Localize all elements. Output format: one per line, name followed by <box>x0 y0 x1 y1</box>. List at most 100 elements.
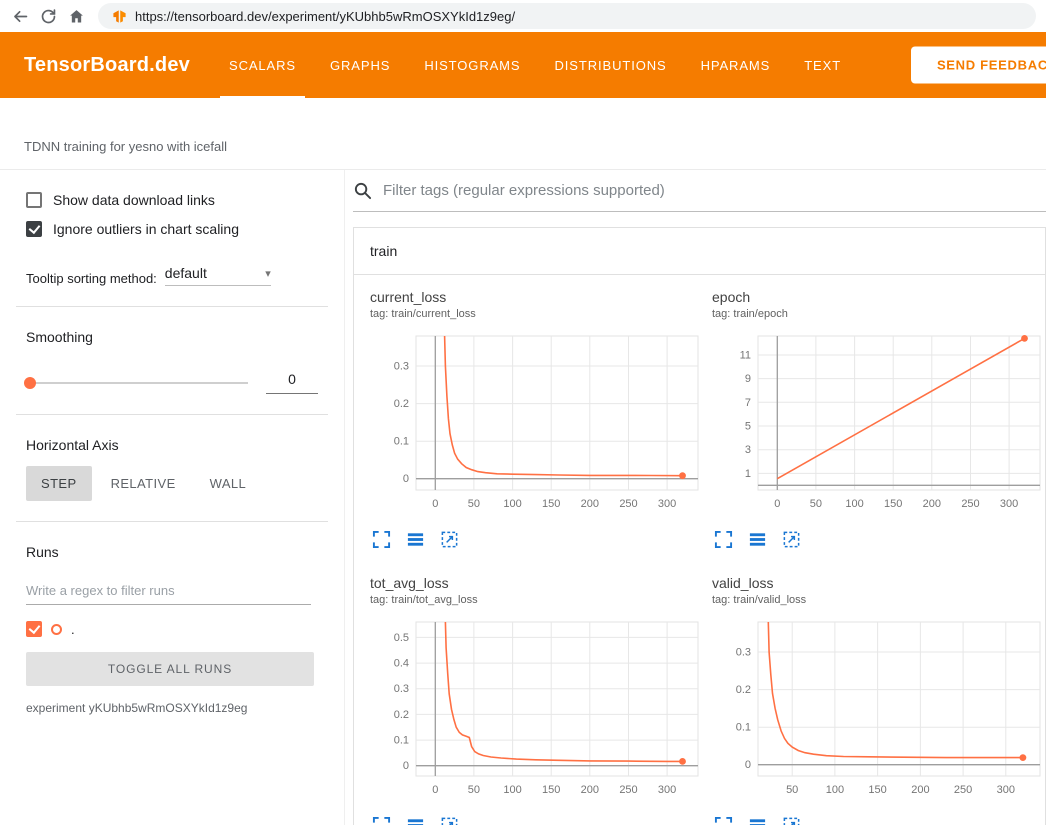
back-icon[interactable] <box>6 3 34 29</box>
toggle-label: Ignore outliers in chart scaling <box>53 221 239 237</box>
browser-chrome: https://tensorboard.dev/experiment/yKUbh… <box>0 0 1046 32</box>
axis-step-button[interactable]: STEP <box>26 466 92 501</box>
svg-text:300: 300 <box>1000 498 1018 510</box>
svg-text:200: 200 <box>923 498 941 510</box>
expand-chart-icon[interactable] <box>372 530 391 549</box>
smoothing-slider[interactable] <box>26 382 248 384</box>
svg-text:0: 0 <box>403 760 409 772</box>
svg-text:0.1: 0.1 <box>736 722 751 734</box>
tooltip-sorting-row: Tooltip sorting method: default ▾ <box>26 265 328 286</box>
data-table-icon[interactable] <box>406 530 425 549</box>
svg-text:0.2: 0.2 <box>394 709 409 721</box>
send-feedback-button[interactable]: SEND FEEDBACK <box>911 47 1046 84</box>
chart-card-current-loss: current_loss tag: train/current_loss 00.… <box>370 289 706 549</box>
tensorboard-logo[interactable]: TensorBoard.dev <box>24 54 190 77</box>
svg-text:0: 0 <box>432 784 438 796</box>
tag-filter-input[interactable] <box>381 181 1044 200</box>
tab-text[interactable]: TEXT <box>787 32 858 98</box>
svg-text:0.1: 0.1 <box>394 735 409 747</box>
checkbox-icon[interactable] <box>26 192 42 208</box>
reload-icon[interactable] <box>34 3 62 29</box>
data-table-icon[interactable] <box>406 816 425 825</box>
tab-hparams[interactable]: HPARAMS <box>684 32 788 98</box>
svg-text:0.4: 0.4 <box>394 658 409 670</box>
chart-tag: tag: train/current_loss <box>370 308 706 320</box>
divider <box>16 414 328 415</box>
divider <box>16 306 328 307</box>
horizontal-axis-options: STEP RELATIVE WALL <box>26 466 328 501</box>
tab-histograms[interactable]: HISTOGRAMS <box>407 32 537 98</box>
chart-title: valid_loss <box>712 575 1046 591</box>
tab-scalars[interactable]: SCALARS <box>212 32 313 98</box>
line-chart: 00.10.20.350100150200250300 <box>712 614 1046 806</box>
main-content: train current_loss tag: train/current_lo… <box>345 170 1046 825</box>
svg-text:300: 300 <box>658 784 676 796</box>
tag-group-header-train[interactable]: train <box>354 228 1045 275</box>
smoothing-row: 0 <box>26 371 318 394</box>
tab-graphs[interactable]: GRAPHS <box>313 32 407 98</box>
chart-actions <box>712 816 1046 825</box>
toggle-all-runs-button[interactable]: TOGGLE ALL RUNS <box>26 652 314 686</box>
data-table-icon[interactable] <box>748 816 767 825</box>
svg-text:0.2: 0.2 <box>394 398 409 410</box>
settings-sidebar: Show data download links Ignore outliers… <box>0 170 345 825</box>
address-bar[interactable]: https://tensorboard.dev/experiment/yKUbh… <box>98 3 1036 29</box>
svg-text:0.5: 0.5 <box>394 632 409 644</box>
line-chart: 00.10.20.30.40.5050100150200250300 <box>370 614 706 806</box>
tab-distributions[interactable]: DISTRIBUTIONS <box>537 32 683 98</box>
fit-domain-icon[interactable] <box>782 530 801 549</box>
smoothing-value[interactable]: 0 <box>266 371 318 394</box>
toggle-show-download-links[interactable]: Show data download links <box>26 192 328 208</box>
chart-tag: tag: train/valid_loss <box>712 594 1046 606</box>
toggle-label: Show data download links <box>53 192 215 208</box>
svg-text:0: 0 <box>774 498 780 510</box>
svg-text:3: 3 <box>745 444 751 456</box>
svg-text:150: 150 <box>542 498 560 510</box>
fit-domain-icon[interactable] <box>782 816 801 825</box>
svg-text:150: 150 <box>542 784 560 796</box>
chart-title: epoch <box>712 289 1046 305</box>
checkbox-icon[interactable] <box>26 221 42 237</box>
svg-text:1: 1 <box>745 468 751 480</box>
axis-relative-button[interactable]: RELATIVE <box>96 466 191 501</box>
toggle-ignore-outliers[interactable]: Ignore outliers in chart scaling <box>26 221 328 237</box>
url-text[interactable]: https://tensorboard.dev/experiment/yKUbh… <box>135 9 515 24</box>
fit-domain-icon[interactable] <box>440 530 459 549</box>
chart-tag: tag: train/epoch <box>712 308 1046 320</box>
tooltip-sorting-dropdown[interactable]: default ▾ <box>165 265 271 286</box>
expand-chart-icon[interactable] <box>372 816 391 825</box>
svg-text:250: 250 <box>954 784 972 796</box>
svg-text:11: 11 <box>740 350 751 362</box>
svg-text:7: 7 <box>745 397 751 409</box>
expand-chart-icon[interactable] <box>714 530 733 549</box>
data-table-icon[interactable] <box>748 530 767 549</box>
chart-actions <box>712 530 1046 549</box>
svg-text:300: 300 <box>997 784 1015 796</box>
runs-filter-input[interactable] <box>26 576 311 605</box>
fit-domain-icon[interactable] <box>440 816 459 825</box>
svg-text:300: 300 <box>658 498 676 510</box>
chart-actions <box>370 816 706 825</box>
chart-card-tot-avg-loss: tot_avg_loss tag: train/tot_avg_loss 00.… <box>370 575 706 825</box>
svg-text:50: 50 <box>468 784 480 796</box>
svg-text:0: 0 <box>432 498 438 510</box>
run-checkbox[interactable] <box>26 621 42 637</box>
svg-text:9: 9 <box>745 373 751 385</box>
svg-text:250: 250 <box>961 498 979 510</box>
run-item[interactable]: . <box>26 621 328 637</box>
svg-text:0.3: 0.3 <box>394 683 409 695</box>
slider-thumb[interactable] <box>24 377 36 389</box>
svg-text:100: 100 <box>845 498 863 510</box>
main-nav: SCALARS GRAPHS HISTOGRAMS DISTRIBUTIONS … <box>212 32 858 98</box>
svg-text:0.2: 0.2 <box>736 684 751 696</box>
axis-wall-button[interactable]: WALL <box>195 466 262 501</box>
expand-chart-icon[interactable] <box>714 816 733 825</box>
svg-text:50: 50 <box>786 784 798 796</box>
home-icon[interactable] <box>62 3 90 29</box>
line-chart: 1357911050100150200250300 <box>712 328 1046 520</box>
svg-text:50: 50 <box>468 498 480 510</box>
experiment-title: TDNN training for yesno with icefall <box>24 139 227 154</box>
line-chart: 00.10.20.3050100150200250300 <box>370 328 706 520</box>
svg-text:100: 100 <box>826 784 844 796</box>
run-color-swatch <box>51 624 62 635</box>
